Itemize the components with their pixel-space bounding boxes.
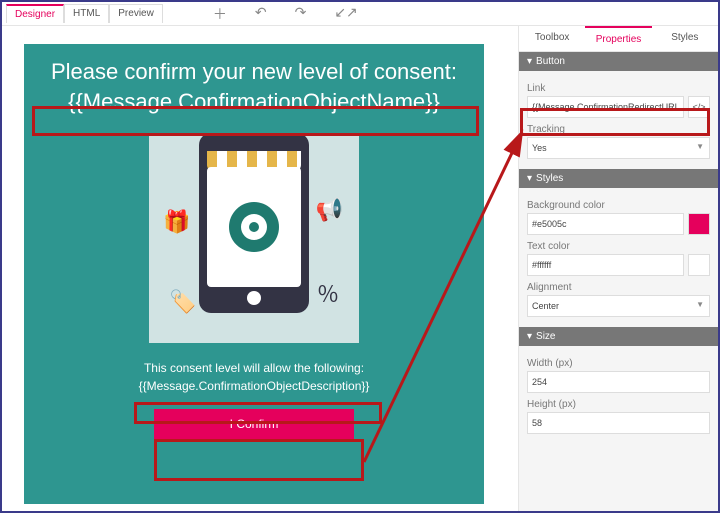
tracking-select[interactable] [527, 137, 710, 159]
width-label: Width (px) [527, 358, 710, 369]
bgcolor-swatch[interactable] [688, 213, 710, 235]
legend-text: This consent level will allow the follow… [34, 361, 474, 375]
percent-icon: ％ [317, 277, 339, 309]
align-label: Alignment [527, 282, 710, 293]
height-label: Height (px) [527, 399, 710, 410]
code-button[interactable]: </> [688, 96, 710, 118]
chevron-down-icon: ▾ [527, 56, 532, 67]
section-button-header[interactable]: ▾ Button [519, 52, 718, 71]
tab-preview[interactable]: Preview [109, 4, 163, 23]
collapse-icon[interactable]: ↙↗ [334, 4, 357, 24]
textcolor-label: Text color [527, 241, 710, 252]
section-size-header[interactable]: ▾ Size [519, 327, 718, 346]
bgcolor-label: Background color [527, 200, 710, 211]
chevron-down-icon: ▾ [527, 173, 532, 184]
link-input[interactable] [527, 96, 684, 118]
section-styles-header[interactable]: ▾ Styles [519, 169, 718, 188]
tracking-label: Tracking [527, 124, 710, 135]
tab-designer[interactable]: Designer [6, 4, 64, 23]
confirmation-desc-token: {{Message.ConfirmationObjectDescription}… [139, 379, 370, 393]
textcolor-swatch[interactable] [688, 254, 710, 276]
tab-properties[interactable]: Properties [585, 26, 651, 51]
email-canvas[interactable]: Please confirm your new level of consent… [24, 44, 484, 504]
tab-toolbox[interactable]: Toolbox [519, 26, 585, 51]
link-label: Link [527, 83, 710, 94]
textcolor-input[interactable] [527, 254, 684, 276]
undo-icon[interactable]: ↶ [255, 4, 267, 24]
tab-html[interactable]: HTML [64, 4, 109, 23]
add-icon[interactable]: ＋ [213, 4, 227, 24]
height-input[interactable] [527, 412, 710, 434]
confirmation-name-token: {{Message.ConfirmationObjectName}} [68, 89, 440, 115]
bgcolor-input[interactable] [527, 213, 684, 235]
confirm-button[interactable]: I Confirm [154, 409, 354, 439]
sale-tag-icon: 🏷️ [169, 289, 196, 315]
megaphone-icon: 📢 [316, 197, 343, 223]
hero-image: 🎁 📢 🏷️ ％ [149, 133, 359, 343]
chevron-down-icon: ▾ [527, 331, 532, 342]
gift-icon: 🎁 [163, 209, 190, 235]
width-input[interactable] [527, 371, 710, 393]
page-heading: Please confirm your new level of consent… [34, 58, 474, 87]
redo-icon[interactable]: ↷ [295, 4, 307, 24]
align-select[interactable] [527, 295, 710, 317]
tab-styles[interactable]: Styles [652, 26, 718, 51]
